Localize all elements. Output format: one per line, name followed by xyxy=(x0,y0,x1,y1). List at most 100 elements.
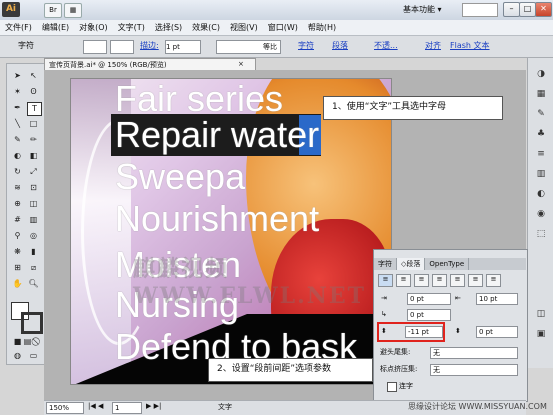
menu-effect[interactable]: 效果(C) xyxy=(187,20,225,35)
hand-tool-icon[interactable]: ✋ xyxy=(11,278,24,290)
color-panel-icon[interactable]: ◑ xyxy=(534,68,548,80)
scale-tool-icon[interactable]: ⤢ xyxy=(27,166,40,178)
eyedropper-tool-icon[interactable]: ⚲ xyxy=(11,230,24,242)
artwork-text-line[interactable]: Nourishment xyxy=(115,199,319,239)
direct-selection-tool-icon[interactable]: ↖ xyxy=(27,70,40,82)
restore-button[interactable]: □ xyxy=(519,2,536,17)
first-page-icon[interactable]: |◀ ◀ xyxy=(88,402,103,410)
hyphenate-checkbox[interactable] xyxy=(387,382,397,392)
menu-help[interactable]: 帮助(H) xyxy=(303,20,341,35)
mojikumi-select[interactable]: 无 xyxy=(430,364,518,376)
rectangle-tool-icon[interactable]: □ xyxy=(27,118,40,130)
flash-text-link[interactable]: Flash 文本 xyxy=(450,40,490,52)
minimize-button[interactable]: – xyxy=(503,2,520,17)
stroke-profile-select[interactable]: 等比 xyxy=(216,40,281,54)
stroke-weight-field[interactable]: 1 pt xyxy=(165,40,201,54)
alignment-buttons: ≡ ≡ ≡ ≡ ≡ ≡ ≡ xyxy=(378,274,522,287)
opacity-link[interactable]: 不透... xyxy=(374,40,398,52)
justify-left-icon[interactable]: ≡ xyxy=(432,274,447,287)
free-transform-tool-icon[interactable]: ⊡ xyxy=(27,182,40,194)
gradient-tool-icon[interactable]: ▥ xyxy=(27,214,40,226)
pencil-tool-icon[interactable]: ✏ xyxy=(27,134,40,146)
menu-select[interactable]: 选择(S) xyxy=(150,20,187,35)
appearance-panel-icon[interactable]: ◉ xyxy=(534,208,548,220)
type-tool-icon[interactable]: T xyxy=(27,102,42,116)
menu-edit[interactable]: 编辑(E) xyxy=(37,20,74,35)
menu-file[interactable]: 文件(F) xyxy=(0,20,37,35)
artboard-tool-icon[interactable]: ⊞ xyxy=(11,262,24,274)
paragraph-link[interactable]: 段落 xyxy=(332,40,348,52)
blend-tool-icon[interactable]: ◎ xyxy=(27,230,40,242)
artwork-text-line[interactable]: Sweepa xyxy=(115,157,245,197)
transparency-panel-icon[interactable]: ◐ xyxy=(534,188,548,200)
gradient-panel-icon[interactable]: ▥ xyxy=(534,168,548,180)
artboards-panel-icon[interactable]: ▣ xyxy=(534,328,548,340)
align-left-icon[interactable]: ≡ xyxy=(378,274,393,287)
align-link[interactable]: 对齐 xyxy=(425,40,441,52)
step1-callout: 1、使用“文字”工具选中字母 xyxy=(323,96,503,120)
close-button[interactable]: ✕ xyxy=(535,2,552,17)
fill-swatch[interactable] xyxy=(83,40,107,54)
artwork-text-line[interactable]: Fair series xyxy=(115,79,283,119)
zoom-tool-icon[interactable]: 🔍︎ xyxy=(27,278,40,290)
magic-wand-tool-icon[interactable]: ✶ xyxy=(11,86,24,98)
stroke-link[interactable]: 描边: xyxy=(140,40,159,52)
lasso-tool-icon[interactable]: ʘ xyxy=(27,86,40,98)
first-line-indent-field[interactable]: 0 pt xyxy=(407,309,451,321)
arrange-icon[interactable]: ▦ xyxy=(64,3,82,18)
justify-center-icon[interactable]: ≡ xyxy=(450,274,465,287)
artwork-text-line-selected[interactable]: Repair water xyxy=(115,115,319,155)
eraser-tool-icon[interactable]: ◧ xyxy=(27,150,40,162)
perspective-grid-tool-icon[interactable]: ◫ xyxy=(27,198,40,210)
left-indent-field[interactable]: 0 pt xyxy=(407,293,451,305)
mesh-tool-icon[interactable]: # xyxy=(11,214,24,226)
screen-mode-icon[interactable]: ▭ xyxy=(27,350,40,362)
pen-tool-icon[interactable]: ✒ xyxy=(11,102,24,114)
tab-opentype[interactable]: OpenType xyxy=(425,258,470,270)
character-link[interactable]: 字符 xyxy=(298,40,314,52)
symbol-sprayer-tool-icon[interactable]: ❋ xyxy=(11,246,24,258)
align-right-icon[interactable]: ≡ xyxy=(414,274,429,287)
none-mode-icon[interactable]: ⃠ xyxy=(31,336,44,348)
kinsoku-select[interactable]: 无 xyxy=(430,347,518,359)
swatches-panel-icon[interactable]: ▦ xyxy=(534,88,548,100)
zoom-select[interactable]: 150% xyxy=(46,402,84,414)
tab-paragraph[interactable]: ◇段落 xyxy=(397,258,426,270)
draw-mode-icon[interactable]: ◍ xyxy=(11,350,24,362)
status-text: 文字 xyxy=(218,403,232,411)
slice-tool-icon[interactable]: ⧄ xyxy=(27,262,40,274)
search-input[interactable] xyxy=(462,3,498,17)
artboard[interactable]: Fair series Repair water Sweepa Nourishm… xyxy=(70,78,392,385)
brushes-panel-icon[interactable]: ✎ xyxy=(534,108,548,120)
graphic-styles-panel-icon[interactable]: ⬚ xyxy=(534,228,548,240)
warp-tool-icon[interactable]: ≋ xyxy=(11,182,24,194)
justify-all-icon[interactable]: ≡ xyxy=(486,274,501,287)
stroke-swatch[interactable] xyxy=(110,40,134,54)
space-after-field[interactable]: 0 pt xyxy=(476,326,518,338)
justify-right-icon[interactable]: ≡ xyxy=(468,274,483,287)
rotate-tool-icon[interactable]: ↻ xyxy=(11,166,24,178)
line-tool-icon[interactable]: ╲ xyxy=(11,118,24,130)
blob-brush-tool-icon[interactable]: ◐ xyxy=(11,150,24,162)
layers-panel-icon[interactable]: ◫ xyxy=(534,308,548,320)
stroke-panel-icon[interactable]: ≡ xyxy=(534,148,548,160)
menu-view[interactable]: 视图(V) xyxy=(225,20,263,35)
page-field[interactable]: 1 xyxy=(112,402,142,414)
menu-type[interactable]: 文字(T) xyxy=(113,20,150,35)
bridge-icon[interactable]: Br xyxy=(44,3,62,18)
document-tab-close-button[interactable]: × xyxy=(238,60,244,68)
menu-object[interactable]: 对象(O) xyxy=(74,20,113,35)
tab-character[interactable]: 字符 xyxy=(374,258,397,270)
selection-tool-icon[interactable]: ➤ xyxy=(11,70,24,82)
space-after-icon: ⬍ xyxy=(455,327,461,335)
workspace-switcher[interactable]: 基本功能 ▾ xyxy=(400,3,445,16)
symbols-panel-icon[interactable]: ♣ xyxy=(534,128,548,140)
align-center-icon[interactable]: ≡ xyxy=(396,274,411,287)
right-indent-field[interactable]: 10 pt xyxy=(476,293,518,305)
paintbrush-tool-icon[interactable]: ✎ xyxy=(11,134,24,146)
stroke-color-icon[interactable] xyxy=(21,312,43,334)
graph-tool-icon[interactable]: ▮ xyxy=(27,246,40,258)
next-page-icon[interactable]: ▶ ▶| xyxy=(146,402,161,410)
shape-builder-tool-icon[interactable]: ⊕ xyxy=(11,198,24,210)
menu-window[interactable]: 窗口(W) xyxy=(263,20,303,35)
